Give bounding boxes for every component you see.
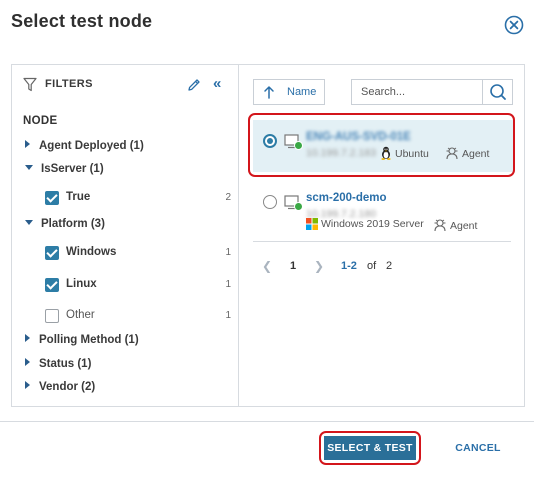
node-ip-address: 10.199.7.2.183 [306,147,377,159]
filter-group-platform[interactable]: Platform (3) [25,218,105,234]
chevron-right-icon[interactable]: ❯ [314,259,324,273]
filter-option-label: True [66,191,91,203]
filter-option-label: Other [66,309,95,321]
pagination: ❮ 1 ❯ 1-2 of 2 [253,259,513,275]
filters-header: FILTERS « [23,75,229,95]
expand-arrow-icon [25,140,30,148]
dialog-body: FILTERS « NODE Agent Deployed (1) IsServ… [11,64,525,407]
page-total: 2 [386,260,393,272]
filter-section-label: NODE [23,115,58,127]
filter-panel: FILTERS « NODE Agent Deployed (1) IsServ… [12,65,239,406]
checkbox-checked[interactable] [45,191,59,205]
sort-label: Name [287,86,317,98]
expand-arrow-icon [25,334,30,342]
node-row-selected[interactable]: ENG-AUS-SVD-01E 10.199.7.2.183 Ubuntu Ag… [253,120,513,172]
node-polling-label: Agent [462,148,490,160]
checkbox-checked[interactable] [45,278,59,292]
sort-by-name-button[interactable]: Name [253,79,325,105]
filter-option-true[interactable]: True 2 [45,190,231,208]
expand-arrow-icon [25,381,30,389]
windows-logo-icon [306,218,318,233]
filter-option-other[interactable]: Other 1 [45,308,231,326]
search-box [351,79,513,105]
linux-penguin-icon [380,146,392,163]
filter-option-count: 1 [225,279,231,290]
pencil-icon[interactable] [186,77,202,93]
cancel-button[interactable]: CANCEL [449,436,507,460]
search-button[interactable] [482,80,512,104]
filter-option-count: 1 [225,247,231,258]
node-polling: Agent [433,218,477,232]
filter-group-label: Polling Method (1) [39,334,139,346]
node-os: Windows 2019 Server [306,218,424,232]
collapse-arrow-icon [25,220,33,225]
dialog-header: Select test node [0,0,534,48]
radio-selected[interactable] [263,134,277,148]
node-polling-label: Agent [450,220,478,232]
filter-option-windows[interactable]: Windows 1 [45,245,231,263]
dialog-title: Select test node [11,11,153,31]
server-status-icon [284,195,303,211]
chevron-left-icon[interactable]: ❮ [262,259,272,273]
footer-divider [0,421,534,422]
filter-group-agent-deployed[interactable]: Agent Deployed (1) [25,140,144,156]
filter-group-polling-method[interactable]: Polling Method (1) [25,334,139,350]
node-name[interactable]: ENG-AUS-SVD-01E [306,131,411,143]
agent-icon [445,146,459,163]
funnel-icon [23,77,37,92]
search-icon [490,84,506,100]
node-os-label: Ubuntu [395,148,429,160]
filter-option-linux[interactable]: Linux 1 [45,277,231,295]
filters-title: FILTERS [45,78,93,90]
node-name[interactable]: scm-200-demo [306,192,387,204]
filter-group-label: Platform (3) [41,218,105,230]
sort-ascending-icon [264,86,274,99]
filter-group-label: Vendor (2) [39,381,96,393]
expand-arrow-icon [25,358,30,366]
filter-group-label: Agent Deployed (1) [39,140,144,152]
node-os-label: Windows 2019 Server [321,218,424,230]
filter-option-count: 2 [225,192,231,203]
page-of-label: of [367,260,377,272]
select-and-test-button[interactable]: SELECT & TEST [324,436,416,460]
checkbox-unchecked[interactable] [45,309,59,323]
filter-option-label: Windows [66,246,117,258]
filter-group-vendor[interactable]: Vendor (2) [25,381,95,397]
node-list-panel: Name ENG-AUS-SVD-01E 10.199.7.2.183 [240,65,524,406]
list-divider [253,241,511,242]
checkbox-checked[interactable] [45,246,59,260]
close-icon[interactable] [504,15,524,35]
page-range[interactable]: 1-2 [341,260,357,272]
agent-icon [433,218,447,235]
collapse-panel-icon[interactable]: « [213,75,221,92]
node-polling: Agent [445,146,489,160]
filter-group-isserver[interactable]: IsServer (1) [25,163,104,179]
filter-option-label: Linux [66,278,97,290]
filter-option-count: 1 [225,310,231,321]
filter-group-status[interactable]: Status (1) [25,358,91,374]
filter-group-label: IsServer (1) [41,163,104,175]
current-page: 1 [290,260,297,272]
node-os: Ubuntu [380,146,429,160]
node-row[interactable]: scm-200-demo 10.199.7.2.180 Windows 2019… [253,181,513,233]
server-status-icon [284,134,303,150]
collapse-arrow-icon [25,165,33,170]
radio-unselected[interactable] [263,195,277,209]
search-input[interactable] [352,80,482,104]
filter-group-label: Status (1) [39,358,92,370]
